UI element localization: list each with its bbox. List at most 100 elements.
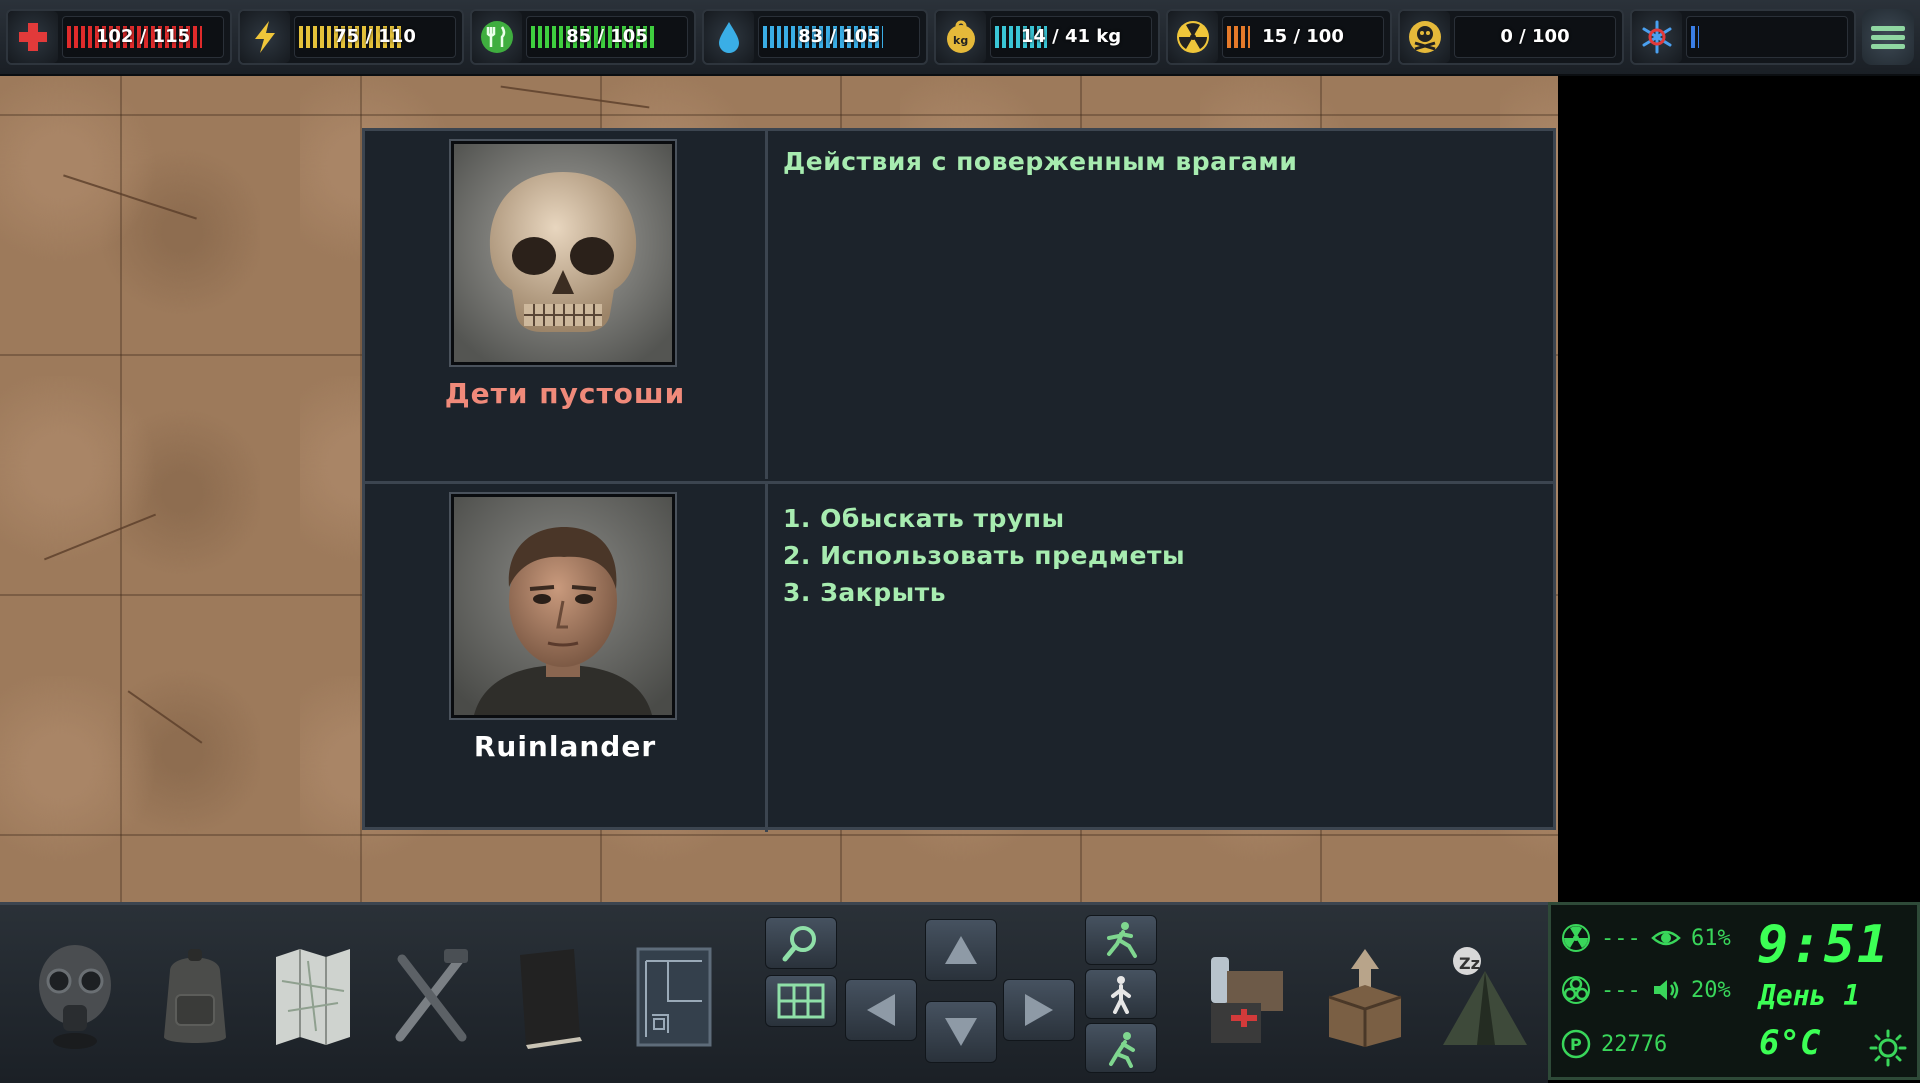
coin-icon: P	[1561, 1029, 1591, 1059]
stat-bar-temperature	[1686, 16, 1848, 58]
info-panel: --- 61% --- 20% P 22776 9:51 День 1 6°C	[1548, 902, 1920, 1080]
svg-text:Zz: Zz	[1459, 954, 1480, 973]
noise-row: 20%	[1651, 975, 1731, 1005]
arrow-up-icon	[945, 936, 977, 964]
stat-fill-temperature	[1691, 26, 1699, 48]
status-bar: 102 / 115 75 / 110 85 / 105 83 / 105 kg 14 / …	[0, 0, 1920, 76]
walk-mode-button[interactable]	[1085, 969, 1157, 1019]
hamburger-icon	[1871, 22, 1905, 53]
stat-value-energy: 75 / 110	[334, 26, 416, 47]
radiation-icon	[1562, 924, 1590, 952]
player-portrait-cell: Ruinlander	[365, 484, 768, 832]
fork-knife-icon	[472, 11, 522, 63]
options-list: 1. Обыскать трупы 2. Использовать предмет…	[783, 500, 1537, 611]
stat-bar-weight: 14 / 41 kg	[990, 16, 1152, 58]
stat-value-weight: 14 / 41 kg	[1020, 26, 1122, 47]
search-button[interactable]	[765, 917, 837, 969]
player-row: Ruinlander 1. Обыскать трупы 2. Использов…	[365, 481, 1553, 832]
move-down-button[interactable]	[925, 1001, 997, 1063]
stat-food: 85 / 105	[470, 9, 696, 65]
eye-icon	[1651, 930, 1681, 946]
supplies-icon[interactable]	[1190, 933, 1300, 1059]
skull-crossbones-icon	[1400, 11, 1450, 63]
map-icon[interactable]	[258, 933, 368, 1059]
snowflake-icon	[1632, 11, 1682, 63]
dialog-option-1[interactable]: 1. Обыскать трупы	[783, 500, 1537, 537]
stat-bar-food: 85 / 105	[526, 16, 688, 58]
biohazard-readout: ---	[1601, 977, 1641, 1003]
grid-toggle-button[interactable]	[765, 975, 837, 1027]
radiation-row: ---	[1561, 923, 1641, 953]
enemy-name: Дети пустоши	[444, 377, 686, 410]
stat-bar-health: 102 / 115	[62, 16, 224, 58]
visibility-row: 61%	[1651, 923, 1731, 953]
stat-radiation: 15 / 100	[1166, 9, 1392, 65]
money-value: 22776	[1601, 1031, 1668, 1057]
man-portrait	[451, 494, 675, 718]
kg-weight-icon: kg	[936, 11, 986, 63]
arrow-down-icon	[945, 1018, 977, 1046]
stat-value-water: 83 / 105	[798, 26, 880, 47]
water-drop-icon	[704, 11, 754, 63]
biohazard-row: ---	[1561, 975, 1641, 1005]
stat-bar-toxin: 0 / 100	[1454, 16, 1616, 58]
stat-value-toxin: 0 / 100	[1500, 26, 1570, 47]
dialog-message-cell: Действия с поверженным врагами	[783, 147, 1537, 176]
stat-weight: kg 14 / 41 kg	[934, 9, 1160, 65]
lightning-icon	[240, 11, 290, 63]
dialog-option-3[interactable]: 3. Закрыть	[783, 574, 1537, 611]
run-mode-button[interactable]	[1085, 915, 1157, 965]
move-right-button[interactable]	[1003, 979, 1075, 1041]
stat-value-health: 102 / 115	[95, 26, 191, 47]
walking-man-icon	[1111, 976, 1131, 1014]
dialog-option-2[interactable]: 2. Использовать предметы	[783, 537, 1537, 574]
sun-icon	[1869, 1029, 1907, 1067]
sneaking-man-icon	[1109, 1032, 1135, 1068]
search-icon	[782, 926, 816, 962]
stat-value-food: 85 / 105	[566, 26, 648, 47]
arrow-right-icon	[1025, 994, 1053, 1026]
options-cell: 1. Обыскать трупы 2. Использовать предмет…	[783, 500, 1537, 611]
noise-value: 20%	[1691, 977, 1731, 1003]
gas-mask-icon[interactable]	[20, 933, 130, 1059]
biohazard-icon	[1562, 976, 1590, 1004]
enemy-portrait-cell: Дети пустоши	[365, 131, 768, 479]
stat-bar-energy: 75 / 110	[294, 16, 456, 58]
stat-toxin: 0 / 100	[1398, 9, 1624, 65]
tools-icon[interactable]	[376, 933, 486, 1059]
stat-temperature	[1630, 9, 1856, 65]
stat-bar-radiation: 15 / 100	[1222, 16, 1384, 58]
blueprint-icon[interactable]	[618, 933, 728, 1059]
stat-bar-water: 83 / 105	[758, 16, 920, 58]
player-name: Ruinlander	[473, 730, 657, 763]
stat-value-radiation: 15 / 100	[1262, 26, 1344, 47]
game-clock: 9:51	[1757, 915, 1891, 975]
sneak-mode-button[interactable]	[1085, 1023, 1157, 1073]
arrow-left-icon	[867, 994, 895, 1026]
svg-text:P: P	[1570, 1035, 1582, 1054]
radiation-icon	[1168, 11, 1218, 63]
journal-icon[interactable]	[494, 933, 604, 1059]
menu-button[interactable]	[1862, 9, 1914, 65]
move-up-button[interactable]	[925, 919, 997, 981]
speaker-icon	[1654, 980, 1679, 1000]
sleep-tent-icon[interactable]: Zz	[1430, 933, 1540, 1059]
bottom-toolbar: Zz	[0, 902, 1548, 1083]
money-row: P 22776	[1561, 1029, 1667, 1059]
stat-health: 102 / 115	[6, 9, 232, 65]
build-box-icon[interactable]	[1310, 933, 1420, 1059]
skull-portrait	[451, 141, 675, 365]
enemy-row: Дети пустоши Действия с поверженным враг…	[365, 131, 1553, 479]
visibility-value: 61%	[1691, 925, 1731, 951]
dialog-title: Действия с поверженным врагами	[783, 147, 1298, 176]
running-man-icon	[1107, 922, 1137, 958]
grid-icon	[777, 983, 825, 1019]
day-counter: День 1	[1759, 979, 1861, 1012]
move-left-button[interactable]	[845, 979, 917, 1041]
health-cross-icon	[8, 11, 58, 63]
svg-text:kg: kg	[953, 34, 968, 47]
radiation-readout: ---	[1601, 925, 1641, 951]
backpack-icon[interactable]	[140, 933, 250, 1059]
stat-energy: 75 / 110	[238, 9, 464, 65]
combat-result-dialog: Дети пустоши Действия с поверженным враг…	[362, 128, 1556, 832]
